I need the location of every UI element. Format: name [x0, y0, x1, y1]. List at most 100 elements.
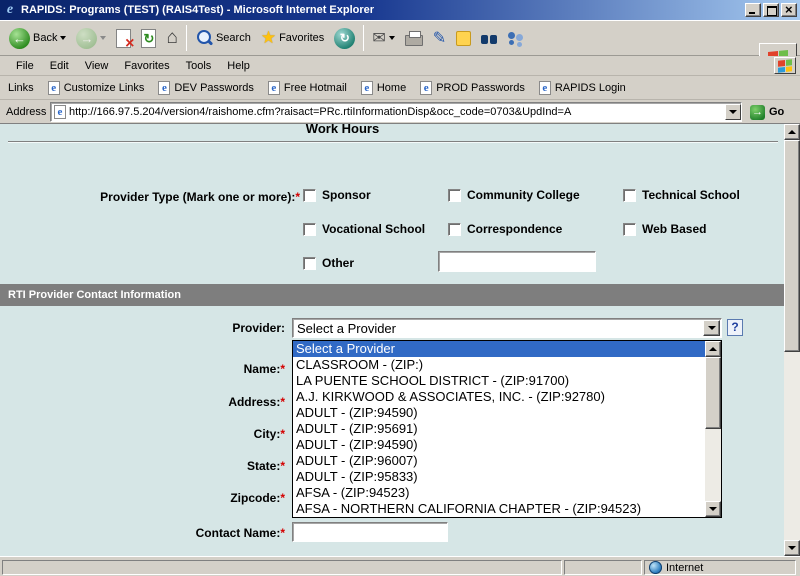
dropdown-option[interactable]: ADULT - (ZIP:94590)	[293, 437, 721, 453]
browser-window: e RAPIDS: Programs (TEST) (RAIS4Test) - …	[0, 0, 800, 576]
vocational-school-checkbox[interactable]	[303, 223, 316, 236]
stop-button[interactable]	[111, 23, 136, 53]
dropdown-option[interactable]: AFSA - (ZIP:94523)	[293, 485, 721, 501]
research-button[interactable]	[476, 23, 502, 53]
dropdown-option[interactable]: ADULT - (ZIP:95691)	[293, 421, 721, 437]
dropdown-option[interactable]: ADULT - (ZIP:96007)	[293, 453, 721, 469]
back-button[interactable]: Back	[4, 23, 71, 53]
back-dropdown-icon[interactable]	[60, 36, 66, 43]
community-college-checkbox[interactable]	[448, 189, 461, 202]
link-free-hotmail[interactable]: Free Hotmail	[268, 81, 347, 95]
scrollbar-thumb[interactable]	[784, 140, 800, 352]
address-label: Address	[6, 106, 46, 118]
discuss-button[interactable]	[451, 23, 476, 53]
close-button[interactable]	[781, 3, 797, 17]
required-marker: *	[280, 526, 285, 540]
dropdown-option[interactable]: ADULT - (ZIP:95833)	[293, 469, 721, 485]
dropdown-option[interactable]: CLASSROOM - (ZIP:)	[293, 357, 721, 373]
menu-tools[interactable]: Tools	[178, 58, 220, 74]
link-prod-passwords[interactable]: PROD Passwords	[420, 81, 525, 95]
checkbox-correspondence[interactable]: Correspondence	[448, 222, 562, 236]
home-button[interactable]	[161, 23, 182, 53]
name-field-label: Name:*	[0, 362, 285, 376]
favorites-label: Favorites	[279, 32, 324, 44]
link-dev-passwords[interactable]: DEV Passwords	[158, 81, 253, 95]
required-marker: *	[280, 427, 285, 441]
go-button[interactable]: Go	[746, 102, 796, 122]
checkbox-technical-school[interactable]: Technical School	[623, 188, 740, 202]
link-customize-links[interactable]: Customize Links	[48, 81, 145, 95]
discuss-icon	[456, 31, 471, 46]
help-button[interactable]: ?	[727, 319, 743, 336]
forward-dropdown-icon[interactable]	[100, 36, 106, 43]
search-button[interactable]: Search	[190, 23, 256, 53]
menu-view[interactable]: View	[77, 58, 117, 74]
checkbox-sponsor[interactable]: Sponsor	[303, 188, 371, 202]
dropdown-option[interactable]: Select a Provider	[293, 341, 721, 357]
maximize-button[interactable]	[763, 3, 779, 17]
provider-select[interactable]: Select a Provider	[292, 318, 722, 338]
messenger-button[interactable]	[502, 23, 530, 53]
provider-type-label: Provider Type (Mark one or more):*	[0, 190, 300, 204]
status-progress-panel	[564, 560, 642, 575]
provider-select-dropdown-button[interactable]	[703, 320, 720, 336]
checkbox-label: Community College	[467, 188, 580, 202]
contact-name-input[interactable]	[292, 522, 448, 542]
menu-edit[interactable]: Edit	[42, 58, 77, 74]
history-button[interactable]	[329, 23, 360, 53]
checkbox-web-based[interactable]: Web Based	[623, 222, 706, 236]
scroll-up-button[interactable]	[784, 124, 800, 140]
address-dropdown-button[interactable]	[725, 104, 741, 120]
home-icon	[166, 28, 177, 48]
label-text: Contact Name:	[196, 526, 281, 540]
mail-button[interactable]	[367, 23, 399, 53]
web-based-checkbox[interactable]	[623, 223, 636, 236]
status-zone-panel: Internet	[644, 560, 796, 575]
other-checkbox[interactable]	[303, 257, 316, 270]
link-home[interactable]: Home	[361, 81, 406, 95]
print-button[interactable]	[400, 23, 428, 53]
technical-school-checkbox[interactable]	[623, 189, 636, 202]
ie-page-icon	[539, 81, 551, 95]
checkbox-vocational-school[interactable]: Vocational School	[303, 222, 425, 236]
menu-help[interactable]: Help	[219, 58, 258, 74]
dropdown-option[interactable]: LA PUENTE SCHOOL DISTRICT - (ZIP:91700)	[293, 373, 721, 389]
forward-button[interactable]	[71, 23, 111, 53]
checkbox-community-college[interactable]: Community College	[448, 188, 580, 202]
scroll-down-button[interactable]	[705, 501, 721, 517]
menu-file[interactable]: File	[8, 58, 42, 74]
link-label: Free Hotmail	[284, 82, 347, 94]
address-input[interactable]	[69, 104, 722, 120]
page-scrollbar[interactable]	[784, 124, 800, 556]
scroll-down-button[interactable]	[784, 540, 800, 556]
dropdown-option[interactable]: AFSA - NORTHERN CALIFORNIA CHAPTER - (ZI…	[293, 501, 721, 517]
other-provider-input[interactable]	[438, 251, 596, 272]
mail-dropdown-icon[interactable]	[389, 36, 395, 43]
windows-flag-icon	[778, 59, 792, 72]
edit-button[interactable]	[428, 23, 451, 53]
menu-favorites[interactable]: Favorites	[116, 58, 177, 74]
favorites-button[interactable]: Favorites	[256, 23, 330, 53]
dropdown-option[interactable]: ADULT - (ZIP:94590)	[293, 405, 721, 421]
window-title: RAPIDS: Programs (TEST) (RAIS4Test) - Mi…	[21, 4, 743, 16]
link-rapids-login[interactable]: RAPIDS Login	[539, 81, 626, 95]
dropdown-option[interactable]: A.J. KIRKWOOD & ASSOCIATES, INC. - (ZIP:…	[293, 389, 721, 405]
dropdown-scrollbar[interactable]	[705, 341, 721, 517]
scrollbar-thumb[interactable]	[705, 357, 721, 429]
ie-logo-icon: e	[3, 3, 17, 17]
scroll-up-button[interactable]	[705, 341, 721, 357]
stop-icon	[116, 29, 131, 48]
correspondence-checkbox[interactable]	[448, 223, 461, 236]
checkbox-other[interactable]: Other	[303, 256, 354, 270]
label-text: Name:	[244, 362, 281, 376]
checkbox-label: Vocational School	[322, 222, 425, 236]
edit-icon	[433, 28, 446, 48]
required-marker: *	[295, 190, 300, 204]
go-arrow-icon	[750, 105, 765, 120]
minimize-button[interactable]	[745, 3, 761, 17]
sponsor-checkbox[interactable]	[303, 189, 316, 202]
refresh-button[interactable]	[136, 23, 161, 53]
link-label: Home	[377, 82, 406, 94]
zone-label: Internet	[666, 562, 703, 574]
links-bar: Links Customize Links DEV Passwords Free…	[0, 76, 800, 100]
